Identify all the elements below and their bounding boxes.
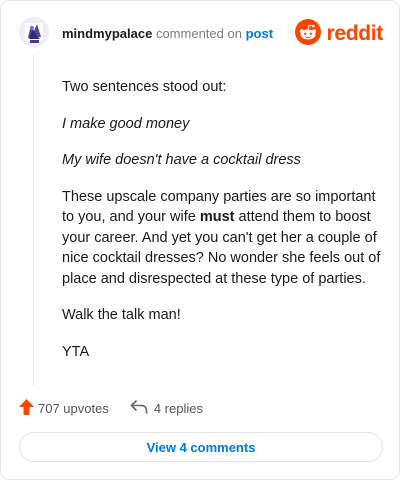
comment-footer: 707 upvotes 4 replies [19,397,203,419]
comment-body: Two sentences stood out: I make good mon… [62,77,384,378]
upvote-count: 707 upvotes [38,400,109,416]
upvote-arrow-icon [19,398,38,418]
comment-card: mindmypalace commented on post reddit Tw… [0,0,400,480]
replies-button[interactable]: 4 replies [130,399,203,417]
upvote-button[interactable]: 707 upvotes [19,398,109,418]
comment-quote: My wife doesn't have a cocktail dress [62,152,301,168]
reddit-brand[interactable]: reddit [295,18,383,50]
comment-paragraph: Two sentences stood out: [62,79,227,95]
comment-paragraph: These upscale company parties are so imp… [62,187,384,290]
comment-header: mindmypalace commented on post reddit [19,17,383,49]
author-name[interactable]: mindmypalace [62,26,152,41]
reddit-wordmark: reddit [326,22,383,45]
post-link[interactable]: post [246,26,273,41]
comment-quote: I make good money [62,115,190,132]
reddit-logo-icon [295,18,322,50]
reply-icon [130,399,154,417]
comment-paragraph: YTA [62,343,90,360]
commented-on-label: commented on [155,26,242,41]
replies-count: 4 replies [153,400,203,416]
comment-meta: mindmypalace commented on post [62,26,273,42]
view-comments-button[interactable]: View 4 comments [19,432,383,462]
avatar[interactable] [19,17,49,47]
comment-bold-text: must [199,209,235,225]
thread-line[interactable] [33,55,34,385]
comment-paragraph: Walk the talk man! [62,307,181,323]
